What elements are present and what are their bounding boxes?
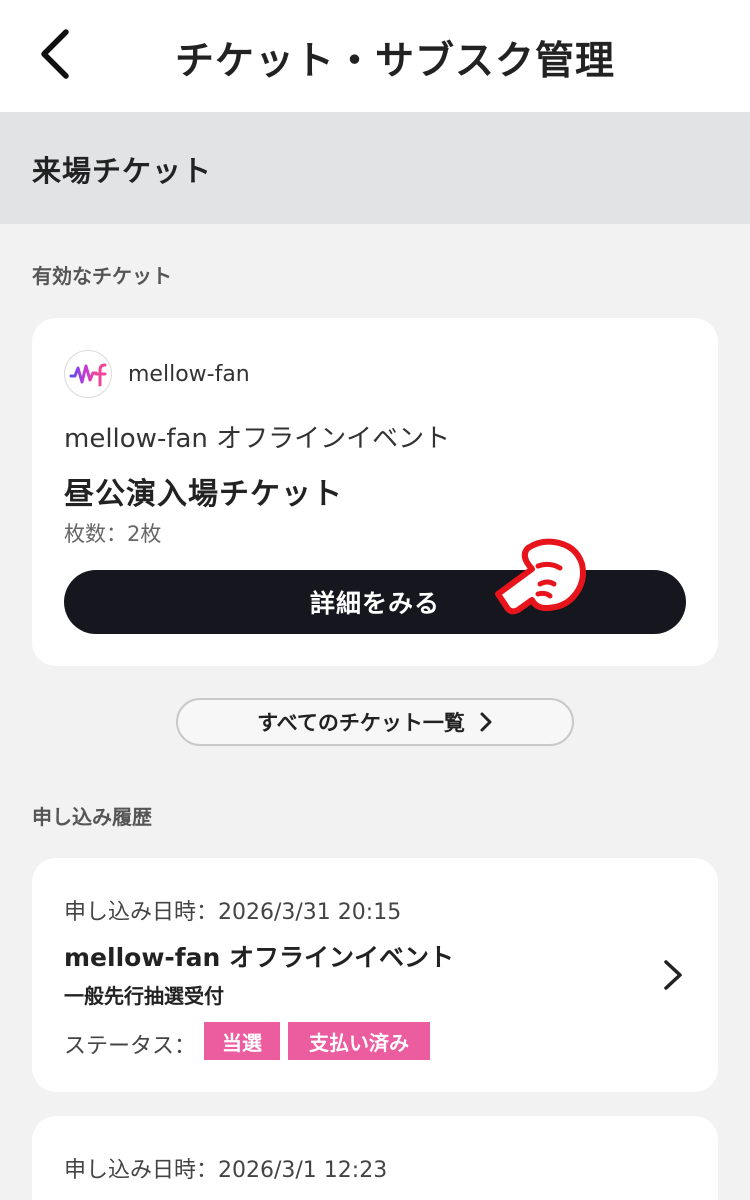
chevron-right-icon bbox=[664, 960, 682, 990]
history-date: 申し込み日時：2026/3/1 12:23 bbox=[64, 1158, 388, 1183]
all-tickets-button[interactable]: すべてのチケット一覧 bbox=[176, 698, 574, 746]
valid-tickets-heading: 有効なチケット bbox=[32, 264, 172, 288]
section-title: 来場チケット bbox=[32, 154, 213, 188]
view-detail-button[interactable]: 詳細をみる bbox=[64, 570, 686, 634]
app-header: チケット・サブスク管理 bbox=[0, 0, 750, 112]
status-label: ステータス： bbox=[64, 1034, 197, 1059]
status-badge-won: 当選 bbox=[204, 1022, 280, 1060]
org-name: mellow-fan bbox=[128, 362, 250, 387]
view-detail-label: 詳細をみる bbox=[309, 589, 440, 618]
event-name: mellow-fan オフラインイベント bbox=[64, 424, 451, 454]
all-tickets-label: すべてのチケット一覧 bbox=[257, 711, 465, 735]
chevron-left-icon bbox=[41, 29, 69, 79]
pointing-hand-icon bbox=[495, 538, 586, 615]
org-logo bbox=[64, 350, 112, 398]
history-entry-type: 一般先行抽選受付 bbox=[64, 984, 224, 1008]
chevron-right-icon bbox=[480, 712, 492, 732]
ticket-count: 枚数：2枚 bbox=[64, 522, 162, 546]
back-button[interactable] bbox=[30, 26, 80, 82]
history-event-name: mellow-fan オフラインイベント bbox=[64, 943, 455, 972]
mellow-fan-logo-icon bbox=[69, 363, 107, 387]
status-badge-paid: 支払い済み bbox=[288, 1022, 430, 1060]
history-heading: 申し込み履歴 bbox=[32, 805, 152, 829]
page-title: チケット・サブスク管理 bbox=[174, 39, 615, 84]
ticket-title: 昼公演入場チケット bbox=[64, 477, 343, 512]
history-chevron-button[interactable] bbox=[660, 955, 686, 995]
history-date: 申し込み日時：2026/3/31 20:15 bbox=[64, 900, 402, 925]
